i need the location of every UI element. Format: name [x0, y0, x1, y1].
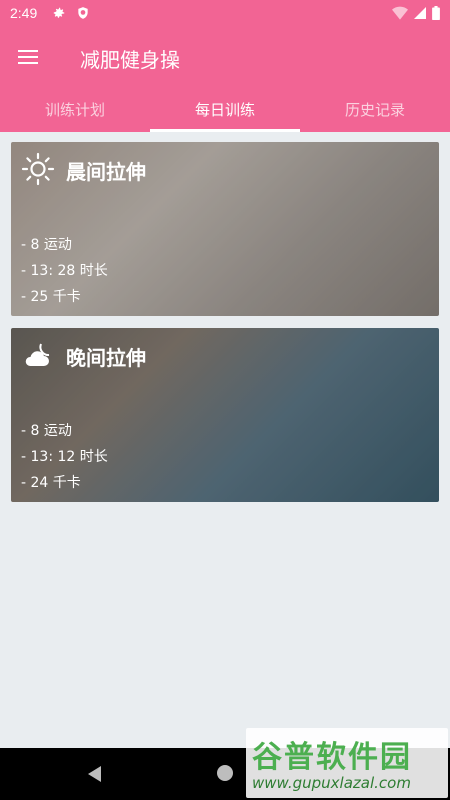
wifi-icon: [392, 6, 408, 20]
shield-icon: [78, 7, 88, 19]
duration: - 13: 12 时长: [21, 449, 108, 465]
duration: - 13: 28 时长: [21, 263, 108, 279]
home-icon[interactable]: [217, 765, 233, 781]
watermark-url: www.gupuxlazal.com: [252, 774, 411, 792]
app-title: 减肥健身操: [80, 48, 180, 72]
tab-bar: 训练计划 每日训练 历史记录: [0, 88, 450, 132]
status-time: 2:49: [10, 5, 38, 21]
sun-icon: [21, 152, 55, 186]
hamburger-menu-icon[interactable]: [18, 46, 42, 70]
calories: - 24 千卡: [21, 475, 81, 491]
card-title: 晚间拉伸: [66, 346, 146, 370]
exercise-count: - 8 运动: [21, 237, 72, 253]
watermark-logo: 谷普软件园 www.gupuxlazal.com: [246, 728, 448, 798]
watermark-title: 谷普软件园: [252, 740, 412, 775]
card-title: 晨间拉伸: [66, 160, 146, 184]
morning-stretch-card[interactable]: 晨间拉伸 - 8 运动 - 13: 28 时长 - 25 千卡: [11, 142, 439, 316]
cellular-signal-icon: [414, 7, 426, 19]
evening-stretch-card[interactable]: 晚间拉伸 - 8 运动 - 13: 12 时长 - 24 千卡: [11, 328, 439, 502]
app-bar: 减肥健身操: [0, 28, 450, 88]
moon-cloud-icon: [25, 343, 50, 366]
tab-history[interactable]: 历史记录: [300, 88, 450, 132]
calories: - 25 千卡: [21, 289, 81, 305]
tab-training-plan[interactable]: 训练计划: [0, 88, 150, 132]
tab-daily-training[interactable]: 每日训练: [150, 88, 300, 132]
battery-icon: [432, 6, 440, 20]
exercise-count: - 8 运动: [21, 423, 72, 439]
back-icon[interactable]: [88, 766, 101, 782]
status-bar: 2:49: [0, 0, 450, 28]
gear-icon: [53, 7, 65, 18]
